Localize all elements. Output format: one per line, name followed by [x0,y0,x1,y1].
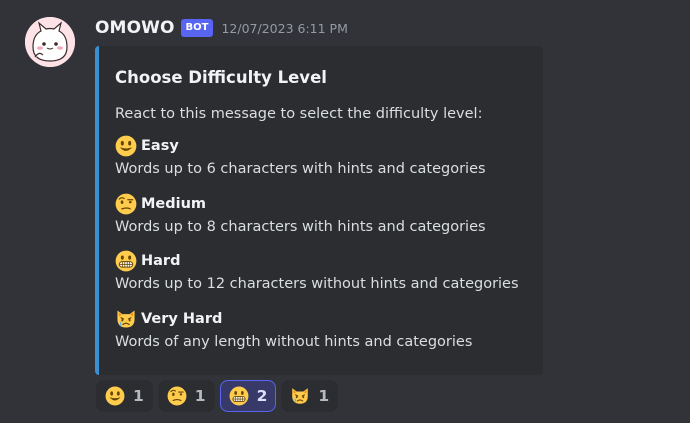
level-medium: Medium Words up to 8 characters with hin… [115,193,486,235]
level-name: Medium [141,196,207,212]
smiley-face-icon [105,386,125,406]
grimacing-face-icon [229,386,249,406]
level-name: Very Hard [141,311,223,327]
cat-avatar-icon [25,17,75,67]
level-easy: Easy Words up to 6 characters with hints… [115,135,486,177]
reaction-raised-eyebrow[interactable]: 1 [157,380,215,412]
timestamp[interactable]: 12/07/2023 6:11 PM [221,21,347,36]
level-hard: Hard Words up to 12 characters without h… [115,250,519,292]
level-very-hard: Very Hard Words of any length without hi… [115,308,472,350]
embed-title: Choose Difficulty Level [115,68,327,87]
bot-badge: BOT [180,19,214,37]
reaction-count: 1 [194,387,206,405]
level-description: Words up to 6 characters with hints and … [115,161,486,177]
message-header: OMOWO BOT 12/07/2023 6:11 PM [95,17,348,39]
level-name: Hard [141,253,181,269]
crying-cat-face-icon [290,386,310,406]
username[interactable]: OMOWO [95,18,175,38]
level-description: Words up to 12 characters without hints … [115,276,519,292]
grimacing-face-icon [115,250,137,272]
reaction-smiley[interactable]: 1 [96,380,153,412]
reaction-count: 1 [133,387,144,405]
raised-eyebrow-face-icon [115,193,137,215]
smiley-face-icon [115,135,137,157]
raised-eyebrow-face-icon [167,386,187,406]
embed-description: React to this message to select the diff… [115,106,483,122]
reaction-count: 2 [256,387,268,405]
reaction-count: 1 [318,387,330,405]
reaction-bar: 1 1 2 1 [96,380,343,412]
level-description: Words up to 8 characters with hints and … [115,219,486,235]
reaction-grimacing[interactable]: 2 [219,380,277,412]
avatar[interactable] [25,17,75,67]
crying-cat-face-icon [115,308,137,330]
bot-message: OMOWO BOT 12/07/2023 6:11 PM Choose Diff… [0,0,690,423]
reaction-crying-cat[interactable]: 1 [281,380,339,412]
level-description: Words of any length without hints and ca… [115,334,473,350]
embed-card: Choose Difficulty Level React to this me… [95,46,543,375]
level-name: Easy [141,138,179,154]
